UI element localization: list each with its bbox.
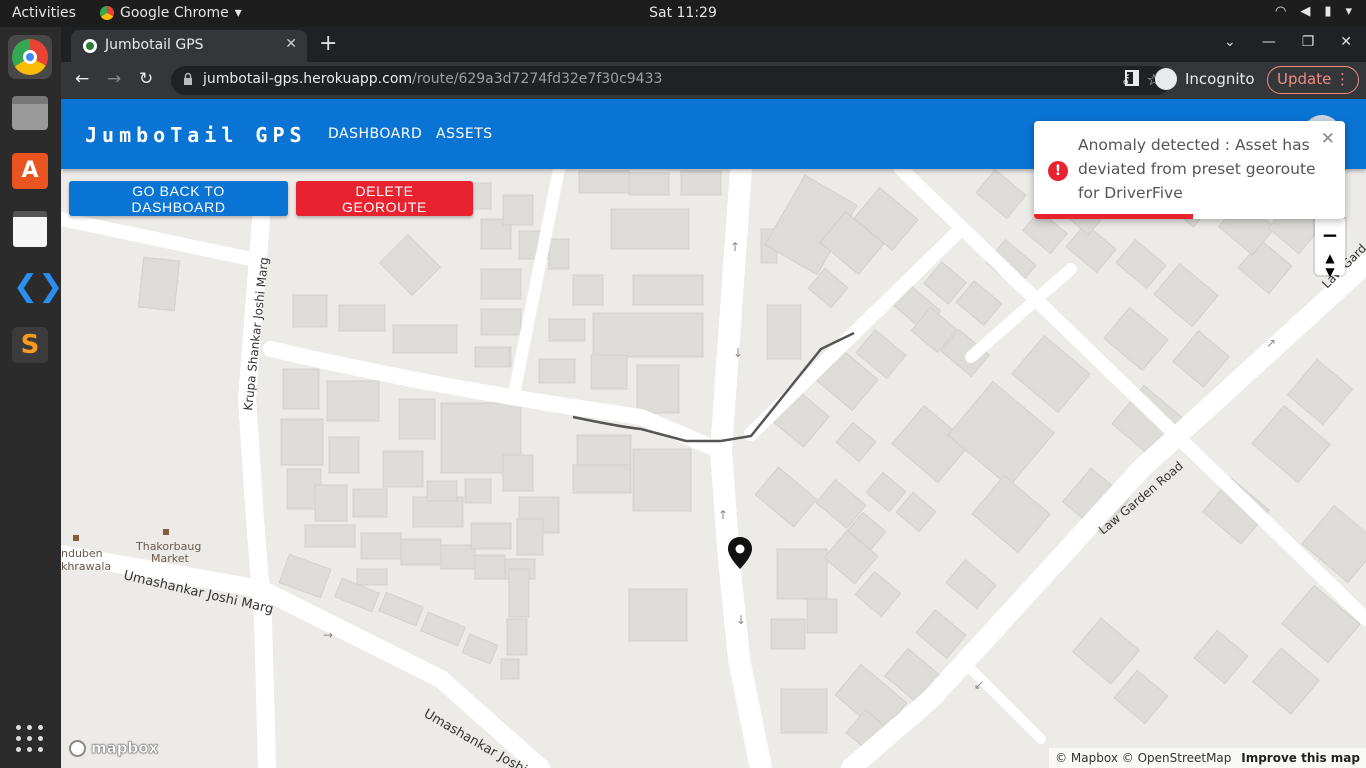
tab-title: Jumbotail GPS bbox=[105, 37, 204, 53]
incognito-indicator[interactable]: Incognito bbox=[1155, 68, 1255, 90]
url-path: /route/629a3d7274fd32e7f30c9433 bbox=[412, 71, 663, 87]
mapbox-logo[interactable]: mapbox bbox=[69, 739, 158, 757]
nav-dashboard[interactable]: DASHBOARD bbox=[328, 126, 422, 142]
site-favicon-icon bbox=[83, 39, 97, 53]
incognito-icon bbox=[1155, 68, 1177, 90]
market-poi-icon bbox=[163, 529, 169, 535]
battery-icon: ▮ bbox=[1324, 4, 1332, 19]
new-tab-button[interactable]: + bbox=[319, 31, 337, 56]
close-window-icon[interactable]: ✕ bbox=[1340, 34, 1352, 50]
svg-text:↓: ↓ bbox=[733, 346, 743, 360]
close-icon[interactable]: ✕ bbox=[1321, 129, 1335, 149]
toast-progress-bar bbox=[1034, 214, 1193, 219]
attribution-text[interactable]: © Mapbox © OpenStreetMap bbox=[1055, 751, 1231, 765]
toast-message: Anomaly detected : Asset has deviated fr… bbox=[1078, 136, 1316, 202]
lock-icon bbox=[184, 72, 192, 85]
close-tab-icon[interactable]: ✕ bbox=[285, 36, 297, 52]
poi-label-induben: nduben bbox=[61, 547, 103, 560]
mapbox-logo-icon bbox=[69, 739, 86, 757]
svg-text:↙: ↙ bbox=[974, 678, 984, 692]
vscode-dock-icon[interactable]: ❮❯ bbox=[8, 265, 63, 309]
svg-text:→: → bbox=[323, 628, 333, 642]
files-dock-icon[interactable] bbox=[8, 91, 52, 135]
window-controls: ⌄ — ❐ ✕ bbox=[1224, 34, 1352, 50]
nav-assets[interactable]: ASSETS bbox=[436, 126, 493, 142]
svg-text:↓: ↓ bbox=[736, 613, 746, 627]
improve-map-link[interactable]: Improve this map bbox=[1241, 751, 1360, 765]
zoom-out-button[interactable]: − bbox=[1315, 223, 1345, 247]
brand-logo-text[interactable]: JumboTail GPS bbox=[85, 123, 307, 147]
svg-text:↗: ↗ bbox=[1266, 336, 1276, 350]
svg-text:↑: ↑ bbox=[730, 240, 740, 254]
browser-toolbar: ← → ↻ jumbotail-gps.herokuapp.com/route/… bbox=[61, 62, 1366, 99]
os-top-bar: Activities Google Chrome ▾ Sat 11:29 ◠ ◀… bbox=[0, 0, 1366, 27]
more-menu-icon: ⋮ bbox=[1335, 70, 1350, 88]
url-text: jumbotail-gps.herokuapp.com/route/629a3d… bbox=[203, 71, 662, 87]
page-content: ↑ ↓ ↑ ↓ → ↗ ↙ Krupa Shankar Joshi Marg Umash… bbox=[61, 99, 1366, 768]
text-editor-dock-icon[interactable] bbox=[8, 207, 52, 251]
map-attribution: © Mapbox © OpenStreetMap Improve this ma… bbox=[1049, 748, 1366, 768]
update-label: Update bbox=[1277, 70, 1332, 88]
system-tray[interactable]: ◠ ◀ ▮ ▾ bbox=[1275, 4, 1352, 19]
update-button[interactable]: Update ⋮ bbox=[1267, 66, 1359, 94]
mapbox-logo-text: mapbox bbox=[91, 739, 159, 758]
minimize-icon[interactable]: — bbox=[1262, 34, 1276, 50]
incognito-label: Incognito bbox=[1185, 70, 1255, 88]
svg-text:↑: ↑ bbox=[718, 508, 728, 522]
wifi-icon: ◠ bbox=[1274, 4, 1287, 19]
side-panel-icon[interactable] bbox=[1125, 70, 1139, 86]
tab-search-icon[interactable]: ⌄ bbox=[1224, 34, 1236, 50]
tab-strip: Jumbotail GPS ✕ + ⌄ — ❐ ✕ bbox=[61, 27, 1366, 62]
poi-label-khrawala: khrawala bbox=[61, 560, 111, 573]
compass-icon[interactable]: ▲ ▼ bbox=[1315, 251, 1345, 279]
sublime-dock-icon[interactable]: S bbox=[8, 323, 52, 367]
tab-jumbotail[interactable]: Jumbotail GPS ✕ bbox=[71, 30, 307, 62]
forward-icon[interactable]: → bbox=[107, 69, 121, 89]
clock[interactable]: Sat 11:29 bbox=[0, 5, 1366, 21]
go-back-dashboard-button[interactable]: GO BACK TO DASHBOARD bbox=[69, 181, 288, 216]
address-bar[interactable]: jumbotail-gps.herokuapp.com/route/629a3d… bbox=[171, 66, 1171, 95]
show-apps-icon[interactable] bbox=[16, 725, 44, 753]
software-center-dock-icon[interactable]: A bbox=[8, 149, 52, 193]
poi-label-market: Market bbox=[151, 552, 189, 565]
back-icon[interactable]: ← bbox=[75, 69, 89, 89]
map-zoom-controls: − ▲ ▼ bbox=[1315, 219, 1345, 279]
error-icon: ! bbox=[1048, 161, 1068, 181]
maximize-icon[interactable]: ❐ bbox=[1302, 34, 1315, 50]
delete-georoute-button[interactable]: DELETE GEOROUTE bbox=[296, 181, 473, 216]
chevron-down-icon: ▾ bbox=[1345, 4, 1352, 19]
anomaly-toast: ! Anomaly detected : Asset has deviated … bbox=[1034, 121, 1345, 219]
url-host: jumbotail-gps.herokuapp.com bbox=[203, 71, 413, 87]
volume-icon: ◀ bbox=[1300, 4, 1311, 19]
chrome-dock-icon[interactable] bbox=[8, 35, 52, 79]
shop-poi-icon bbox=[73, 535, 79, 541]
reload-icon[interactable]: ↻ bbox=[139, 69, 153, 89]
dock: A ❮❯ S bbox=[0, 27, 63, 768]
